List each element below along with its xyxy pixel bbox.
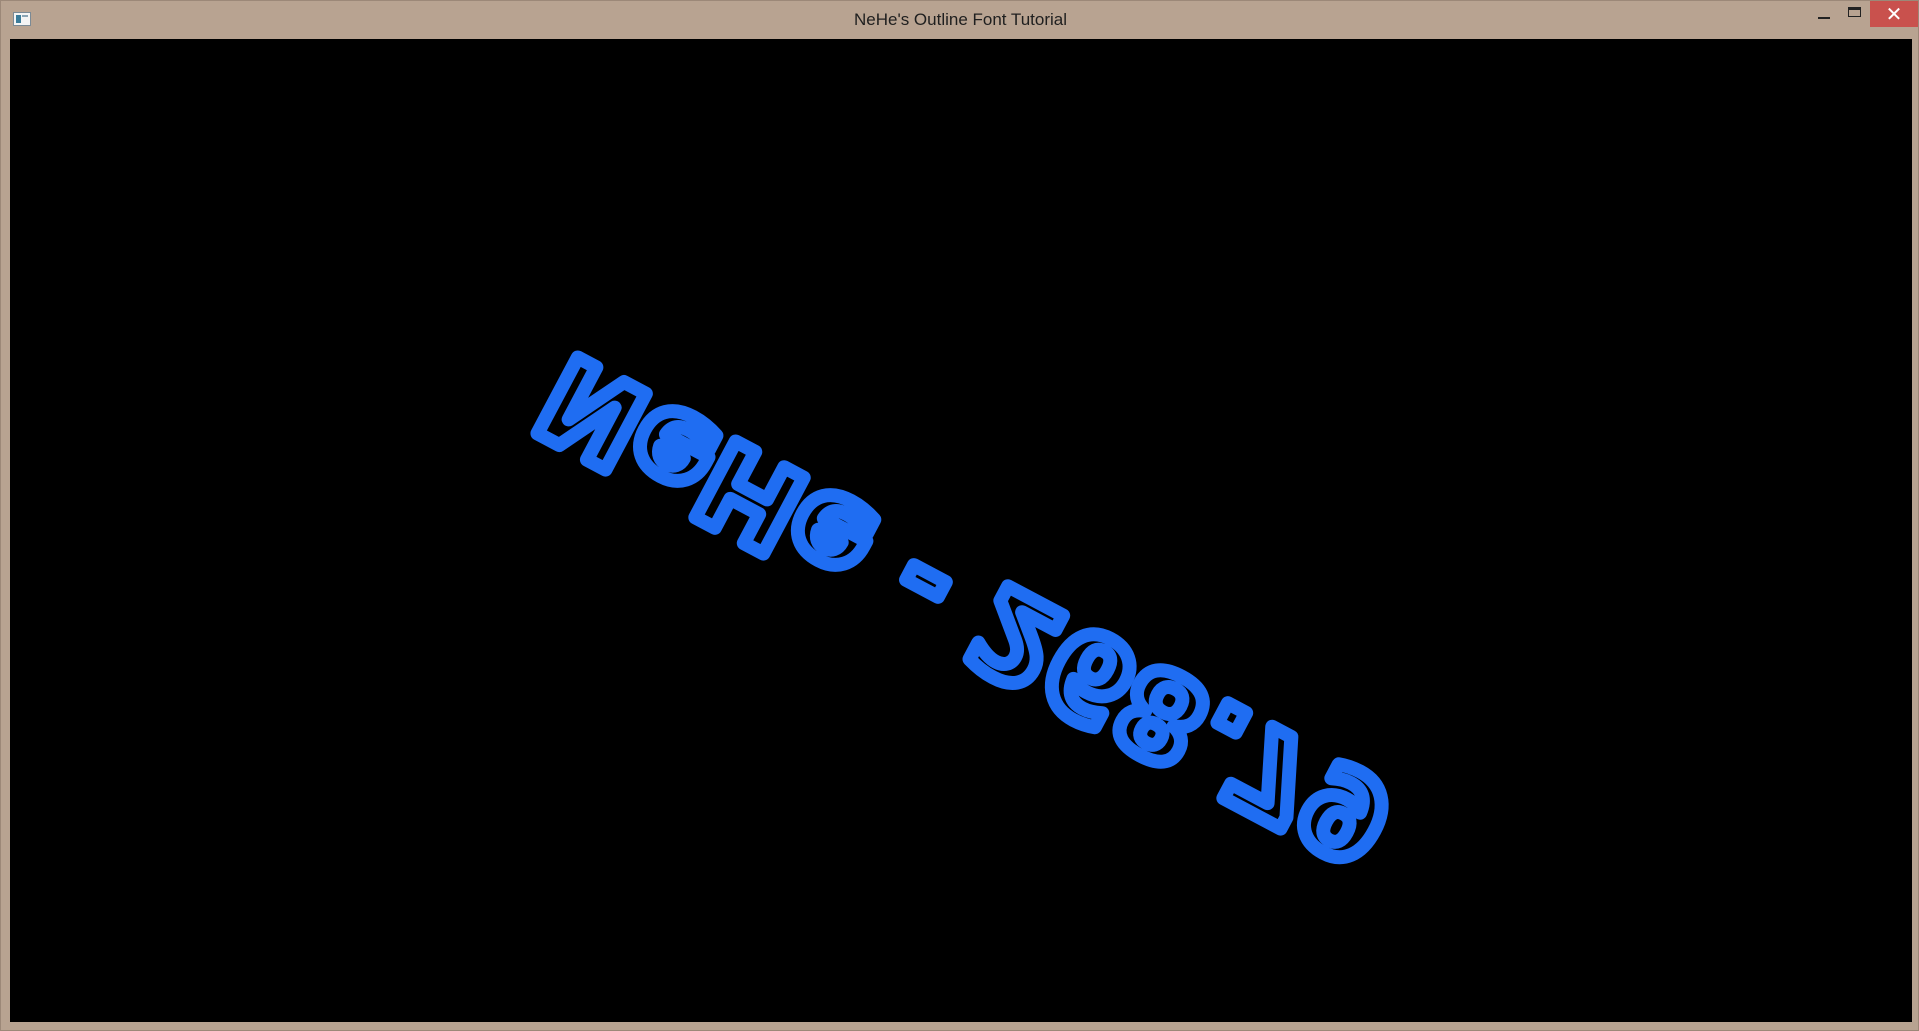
opengl-viewport[interactable]: NeHe - 268.79 [10, 39, 1912, 1022]
maximize-button[interactable] [1839, 1, 1870, 25]
minimize-icon [1818, 17, 1830, 19]
maximize-icon [1848, 7, 1861, 17]
close-button[interactable]: ✕ [1870, 1, 1918, 27]
outline-font-render: NeHe - 268.79 [510, 321, 1422, 900]
minimize-button[interactable] [1808, 1, 1839, 25]
window-controls: ✕ [1808, 1, 1918, 29]
application-window: NeHe's Outline Font Tutorial ✕ NeHe - 26… [0, 0, 1919, 1031]
window-title: NeHe's Outline Font Tutorial [853, 10, 1067, 29]
rendered-text: NeHe - 268.79 [517, 328, 1415, 893]
title-bar[interactable]: NeHe's Outline Font Tutorial ✕ [1, 1, 1918, 39]
close-icon: ✕ [1885, 2, 1903, 26]
